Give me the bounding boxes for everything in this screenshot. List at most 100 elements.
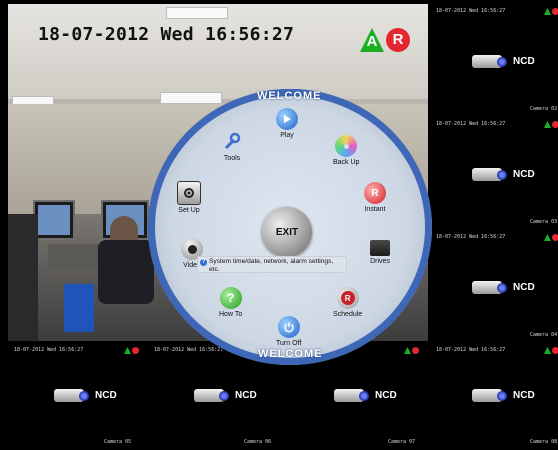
- tile-badges: [544, 234, 558, 241]
- wrench-icon: [221, 131, 243, 153]
- welcome-footer: WELCOME: [258, 348, 323, 360]
- tile-datetime: 18-07-2012 Wed 16:56:27: [436, 347, 506, 353]
- record-icon: [132, 347, 139, 354]
- no-camera-display: NCD: [194, 389, 257, 402]
- alarm-icon: [544, 8, 551, 15]
- play-button[interactable]: Play: [276, 108, 298, 139]
- instant-record-icon: R: [364, 182, 386, 204]
- instant-label: Instant: [364, 206, 386, 213]
- tile-badges: [544, 8, 558, 15]
- schedule-icon: R: [336, 287, 359, 309]
- backup-button[interactable]: Back Up: [333, 135, 359, 166]
- record-icon: [552, 8, 558, 15]
- tile-badges: [404, 347, 419, 354]
- camera-label: Camera 05: [104, 439, 132, 445]
- record-icon: [552, 121, 558, 128]
- turn-off-button[interactable]: Turn Off: [276, 316, 301, 347]
- ncd-label: NCD: [513, 169, 535, 180]
- schedule-label: Schedule: [333, 311, 363, 318]
- camera-label: Camera 06: [244, 439, 272, 445]
- ncd-label: NCD: [235, 390, 257, 401]
- info-icon: ?: [200, 258, 207, 266]
- camera-tile-04[interactable]: 18-07-2012 Wed 16:56:27 NCD Camera 04: [430, 230, 558, 343]
- no-camera-display: NCD: [472, 389, 535, 402]
- tile-badges: [544, 121, 558, 128]
- tooltip-text: System time/date, network, alarm setting…: [209, 258, 334, 273]
- no-camera-display: NCD: [472, 281, 535, 294]
- blue-bin: [64, 284, 94, 332]
- setup-label: Set Up: [178, 207, 200, 214]
- backup-label: Back Up: [333, 159, 360, 166]
- camera-icon: [472, 389, 507, 402]
- no-camera-display: NCD: [334, 389, 397, 402]
- camera-tile-05[interactable]: 18-07-2012 Wed 16:56:27 NCD Camera 05: [8, 343, 148, 450]
- instant-button[interactable]: R Instant: [364, 182, 386, 213]
- camera-icon: [472, 55, 507, 68]
- play-label: Play: [280, 132, 294, 139]
- ncd-label: NCD: [513, 390, 535, 401]
- no-camera-display: NCD: [54, 389, 117, 402]
- tile-datetime: 18-07-2012 Wed 16:56:27: [14, 347, 84, 353]
- camera-label: Camera 08: [530, 439, 558, 445]
- alarm-badge: A: [360, 28, 384, 52]
- menu-tooltip: ? System time/date, network, alarm setti…: [197, 256, 347, 273]
- drives-label: Drives: [370, 258, 390, 265]
- help-icon: ?: [219, 287, 242, 309]
- record-icon: [412, 347, 419, 354]
- alarm-icon: [544, 121, 551, 128]
- disc-icon: [335, 135, 358, 157]
- tile-datetime: 18-07-2012 Wed 16:56:27: [436, 234, 506, 240]
- ceiling-light: [166, 7, 228, 19]
- record-icon: [552, 234, 558, 241]
- how-to-button[interactable]: ? How To: [219, 287, 242, 318]
- drives-button[interactable]: Drives: [370, 240, 390, 265]
- camera-label: Camera 04: [530, 332, 558, 338]
- setup-button[interactable]: Set Up: [177, 181, 201, 214]
- camera-tile-02[interactable]: 18-07-2012 Wed 16:56:27 NCD Camera 02: [430, 4, 558, 117]
- schedule-button[interactable]: R Schedule: [333, 287, 362, 318]
- main-datetime: 18-07-2012 Wed 16:56:27: [38, 24, 295, 45]
- welcome-title: WELCOME: [257, 90, 322, 102]
- camera-label: Camera 02: [530, 106, 558, 112]
- camera-icon: [54, 389, 89, 402]
- tools-label: Tools: [223, 155, 241, 162]
- camera-icon: [194, 389, 229, 402]
- exit-button[interactable]: EXIT: [262, 207, 312, 257]
- office-chair: [8, 214, 38, 341]
- ncd-label: NCD: [95, 390, 117, 401]
- tile-badges: [544, 347, 558, 354]
- how-to-label: How To: [219, 311, 243, 318]
- record-icon: [552, 347, 558, 354]
- hard-drive-icon: [370, 240, 390, 256]
- office-chair: [98, 240, 154, 304]
- alarm-icon: [544, 347, 551, 354]
- alarm-icon: [404, 347, 411, 354]
- ceiling-light: [160, 92, 222, 104]
- tools-button[interactable]: Tools: [221, 131, 243, 162]
- ncd-label: NCD: [513, 282, 535, 293]
- ncd-label: NCD: [513, 56, 535, 67]
- power-icon: [277, 316, 300, 338]
- tile-badges: [124, 347, 139, 354]
- camera-icon: [472, 281, 507, 294]
- tile-datetime: 18-07-2012 Wed 16:56:27: [154, 347, 224, 353]
- tile-datetime: 18-07-2012 Wed 16:56:27: [436, 8, 506, 14]
- turn-off-label: Turn Off: [276, 340, 302, 347]
- tile-datetime: 18-07-2012 Wed 16:56:27: [436, 121, 506, 127]
- play-icon: [276, 108, 298, 130]
- camera-label: Camera 07: [388, 439, 416, 445]
- alarm-icon: [544, 234, 551, 241]
- camera-label: Camera 03: [530, 219, 558, 225]
- camera-icon: [334, 389, 369, 402]
- record-badge: R: [386, 28, 410, 52]
- camera-tile-03[interactable]: 18-07-2012 Wed 16:56:27 NCD Camera 03: [430, 117, 558, 230]
- camera-tile-08[interactable]: 18-07-2012 Wed 16:56:27 NCD Camera 08: [430, 343, 558, 450]
- no-camera-display: NCD: [472, 168, 535, 181]
- ncd-label: NCD: [375, 390, 397, 401]
- record-badges: A R: [360, 28, 410, 52]
- camera-icon: [472, 168, 507, 181]
- settings-icon: [177, 181, 201, 205]
- alarm-icon: [124, 347, 131, 354]
- no-camera-display: NCD: [472, 55, 535, 68]
- office-monitor: [33, 200, 75, 240]
